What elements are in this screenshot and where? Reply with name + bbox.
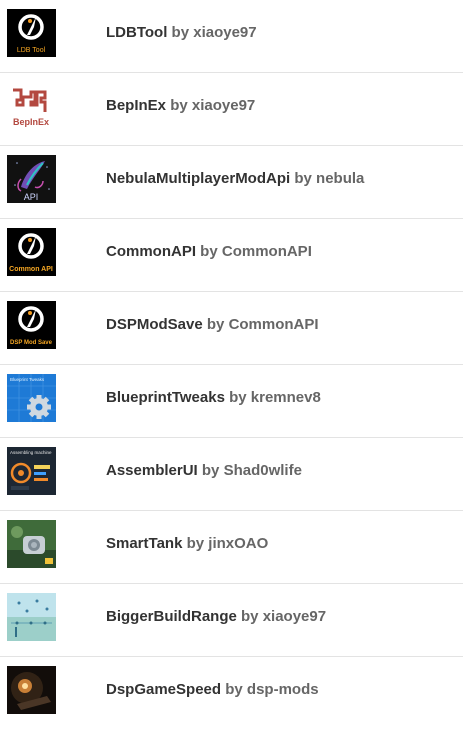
mod-title[interactable]: LDBTool by xiaoye97: [106, 0, 257, 66]
dspmodsave-icon-text: DSP Mod Save: [10, 340, 53, 346]
mod-title[interactable]: BlueprintTweaks by kremnev8: [106, 365, 321, 431]
by-label: by: [170, 97, 188, 114]
mod-row-ldbtool[interactable]: LDB Tool LDBTool by xiaoye97: [0, 0, 463, 73]
nebula-api-icon[interactable]: API: [7, 155, 56, 203]
mod-row-smarttank[interactable]: SmartTank by jinxOAO: [0, 511, 463, 584]
mod-author[interactable]: Shad0wlife: [224, 462, 302, 479]
bepinex-icon-text: BepInEx: [13, 117, 49, 127]
by-label: by: [201, 462, 220, 479]
mod-row-nebula[interactable]: API NebulaMultiplayerModApi by nebula: [0, 146, 463, 219]
mod-name[interactable]: BlueprintTweaks: [106, 389, 225, 406]
by-label: by: [206, 316, 225, 333]
by-label: by: [294, 170, 312, 187]
mod-row-bepinex[interactable]: BepInEx BepInEx by xiaoye97: [0, 73, 463, 146]
ldbtool-icon[interactable]: LDB Tool: [7, 9, 56, 57]
mod-title[interactable]: BiggerBuildRange by xiaoye97: [106, 584, 326, 650]
smarttank-screenshot-icon[interactable]: [7, 520, 56, 568]
bepinex-icon[interactable]: BepInEx: [7, 82, 56, 130]
nebula-icon-text: API: [24, 192, 39, 202]
mod-title[interactable]: DSPModSave by CommonAPI: [106, 292, 319, 358]
mod-author[interactable]: CommonAPI: [222, 243, 312, 260]
mod-title[interactable]: CommonAPI by CommonAPI: [106, 219, 312, 285]
mod-name[interactable]: BiggerBuildRange: [106, 608, 237, 625]
mod-row-assemblerui[interactable]: Assembling machine AssemblerUI by Shad0w…: [0, 438, 463, 511]
mod-author[interactable]: dsp-mods: [247, 681, 319, 698]
mod-name[interactable]: CommonAPI: [106, 243, 196, 260]
by-label: by: [186, 535, 205, 552]
assembler-screenshot-icon[interactable]: Assembling machine: [7, 447, 56, 495]
mod-name[interactable]: DSPModSave: [106, 316, 203, 333]
by-label: by: [200, 243, 218, 260]
mod-author[interactable]: xiaoye97: [263, 608, 326, 625]
commonapi-icon[interactable]: Common API: [7, 228, 56, 276]
mod-row-biggerbuildrange[interactable]: BiggerBuildRange by xiaoye97: [0, 584, 463, 657]
dspmodsave-icon[interactable]: DSP Mod Save: [7, 301, 56, 349]
mod-title[interactable]: BepInEx by xiaoye97: [106, 73, 255, 139]
by-label: by: [241, 608, 259, 625]
mod-author[interactable]: CommonAPI: [229, 316, 319, 333]
mod-list: LDB Tool LDBTool by xiaoye97 BepInEx Bep…: [0, 0, 463, 730]
mod-title[interactable]: AssemblerUI by Shad0wlife: [106, 438, 302, 504]
mod-title[interactable]: DspGameSpeed by dsp-mods: [106, 657, 319, 723]
by-label: by: [171, 24, 190, 41]
by-label: by: [229, 389, 247, 406]
mod-title[interactable]: NebulaMultiplayerModApi by nebula: [106, 146, 364, 212]
mod-name[interactable]: NebulaMultiplayerModApi: [106, 170, 290, 187]
gamespeed-screenshot-icon[interactable]: [7, 666, 56, 714]
blueprint-icon-text: Blueprint Tweaks: [10, 377, 45, 382]
commonapi-icon-text: Common API: [9, 266, 53, 273]
ldbtool-icon-text: LDB Tool: [17, 47, 46, 54]
mod-row-blueprinttweaks[interactable]: Blueprint Tweaks BlueprintTweaks by krem…: [0, 365, 463, 438]
mod-name[interactable]: SmartTank: [106, 535, 182, 552]
mod-row-commonapi[interactable]: Common API CommonAPI by CommonAPI: [0, 219, 463, 292]
mod-author[interactable]: xiaoye97: [192, 97, 255, 114]
mod-title[interactable]: SmartTank by jinxOAO: [106, 511, 268, 577]
mod-author[interactable]: jinxOAO: [208, 535, 268, 552]
mod-author[interactable]: xiaoye97: [193, 24, 256, 41]
mod-row-dspmodsave[interactable]: DSP Mod Save DSPModSave by CommonAPI: [0, 292, 463, 365]
mod-author[interactable]: kremnev8: [251, 389, 321, 406]
mod-name[interactable]: DspGameSpeed: [106, 681, 221, 698]
mod-author[interactable]: nebula: [316, 170, 364, 187]
mod-row-dspgamespeed[interactable]: DspGameSpeed by dsp-mods: [0, 657, 463, 730]
blueprint-gear-icon[interactable]: Blueprint Tweaks: [7, 374, 56, 422]
mod-name[interactable]: LDBTool: [106, 24, 167, 41]
assembler-icon-text: Assembling machine: [10, 450, 52, 455]
buildrange-screenshot-icon[interactable]: [7, 593, 56, 641]
mod-name[interactable]: BepInEx: [106, 97, 166, 114]
by-label: by: [225, 681, 243, 698]
mod-name[interactable]: AssemblerUI: [106, 462, 198, 479]
